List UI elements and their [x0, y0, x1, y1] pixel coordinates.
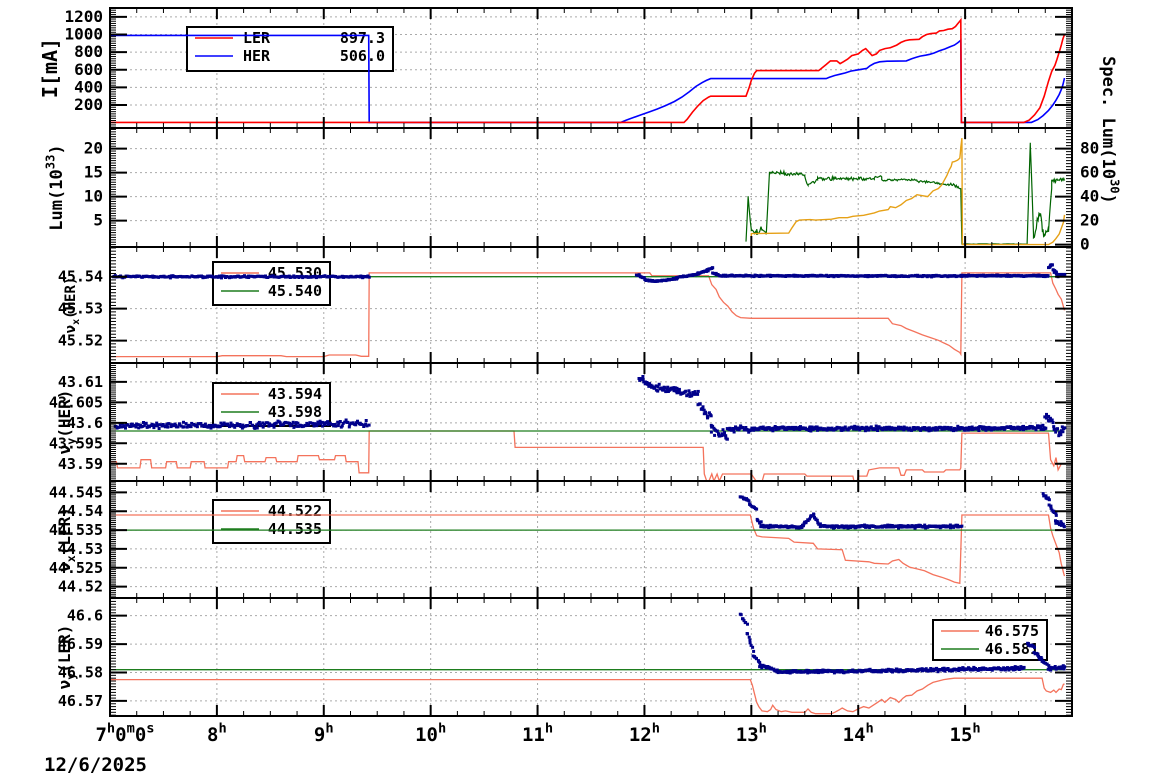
legend-label: HER [243, 47, 271, 65]
legend-value: 43.594 [268, 385, 322, 403]
y-tick-label: 20 [84, 139, 103, 158]
legend-nu-y-ler: 46.57546.581 [932, 619, 1048, 661]
legend-value: 43.598 [268, 403, 322, 421]
y-tick-label: 1000 [64, 24, 103, 43]
legend-value: 46.575 [985, 622, 1039, 640]
y-tick-label: 46.57 [58, 692, 103, 710]
y-tick-label: 43.61 [58, 373, 103, 391]
date-label: 12/6/2025 [44, 754, 147, 776]
y-tick-label: 44.545 [49, 483, 103, 501]
legend-value: 46.581 [985, 640, 1039, 658]
legend-nu-x-ler: 44.52244.535 [212, 499, 331, 544]
y-axis-title-beam-current: I[mA] [38, 38, 62, 98]
y-tick-label: 200 [74, 95, 103, 114]
legend-value: 897.3 [340, 29, 385, 47]
right-tick-label: 80 [1080, 139, 1099, 158]
strip-chart-page: LER 897.3 HER 506.0 200 400 600 800 1000 1200 I[mA… [0, 0, 1154, 782]
legend-value: 44.522 [268, 502, 322, 520]
right-tick-label: 0 [1080, 235, 1090, 254]
y-tick-label: 45.52 [58, 332, 103, 350]
y-tick-label: 5 [93, 211, 103, 230]
y-tick-label: 10 [84, 187, 103, 206]
legend-nu-x-her: 45.53045.540 [212, 261, 331, 306]
legend-nu-y-her: 43.59443.598 [212, 382, 331, 427]
legend-label: LER [243, 29, 271, 47]
right-tick-label: 40 [1080, 187, 1099, 206]
legend-value: 44.535 [268, 520, 322, 538]
y-tick-label: 1200 [64, 7, 103, 26]
y-tick-label: 600 [74, 60, 103, 79]
legend-value: 506.0 [340, 47, 385, 65]
y-tick-label: 43.59 [58, 455, 103, 473]
legend-value: 45.530 [268, 264, 322, 282]
y-tick-label: 400 [74, 77, 103, 96]
background [0, 0, 1154, 782]
y-tick-label: 15 [84, 163, 103, 182]
y-tick-label: 800 [74, 42, 103, 61]
right-tick-label: 60 [1080, 163, 1099, 182]
x-tick-label: 7h0m0s [95, 720, 154, 746]
y-tick-label: 44.52 [58, 578, 103, 596]
y-tick-label: 46.6 [67, 607, 103, 625]
legend-value: 45.540 [268, 282, 322, 300]
right-tick-label: 20 [1080, 211, 1099, 230]
tune-history-chart: LER 897.3HER 506.020040060080010001200I[mA… [0, 0, 1154, 782]
legend-beam-current: LER 897.3 HER 506.0 [186, 26, 394, 72]
